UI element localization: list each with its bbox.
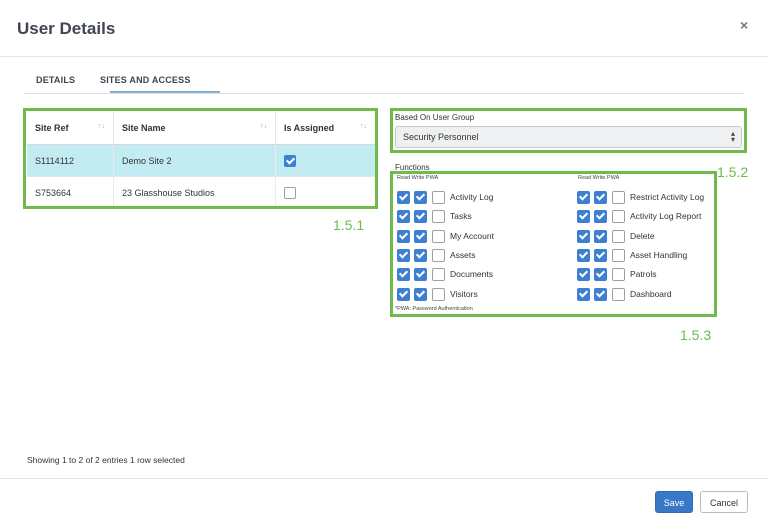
highlight-box-user-group [390, 108, 747, 153]
annotation-label: 1.5.1 [333, 217, 365, 233]
annotation-label: 1.5.3 [680, 327, 712, 343]
highlight-box-functions [390, 171, 717, 317]
annotation-label: 1.5.2 [717, 164, 749, 180]
footer-divider [0, 478, 768, 479]
tab-details[interactable]: DETAILS [36, 75, 75, 85]
table-info-text: Showing 1 to 2 of 2 entries 1 row select… [27, 455, 185, 465]
active-tab-indicator [110, 91, 220, 93]
close-icon[interactable]: × [740, 17, 748, 33]
save-button[interactable]: Save [655, 491, 693, 513]
modal-title: User Details [17, 19, 116, 38]
tab-sites-and-access[interactable]: SITES AND ACCESS [100, 75, 191, 85]
highlight-box-sites [23, 108, 378, 209]
cancel-button[interactable]: Cancel [700, 491, 748, 513]
header-divider [0, 56, 768, 57]
tab-bar: DETAILS SITES AND ACCESS [24, 72, 744, 94]
